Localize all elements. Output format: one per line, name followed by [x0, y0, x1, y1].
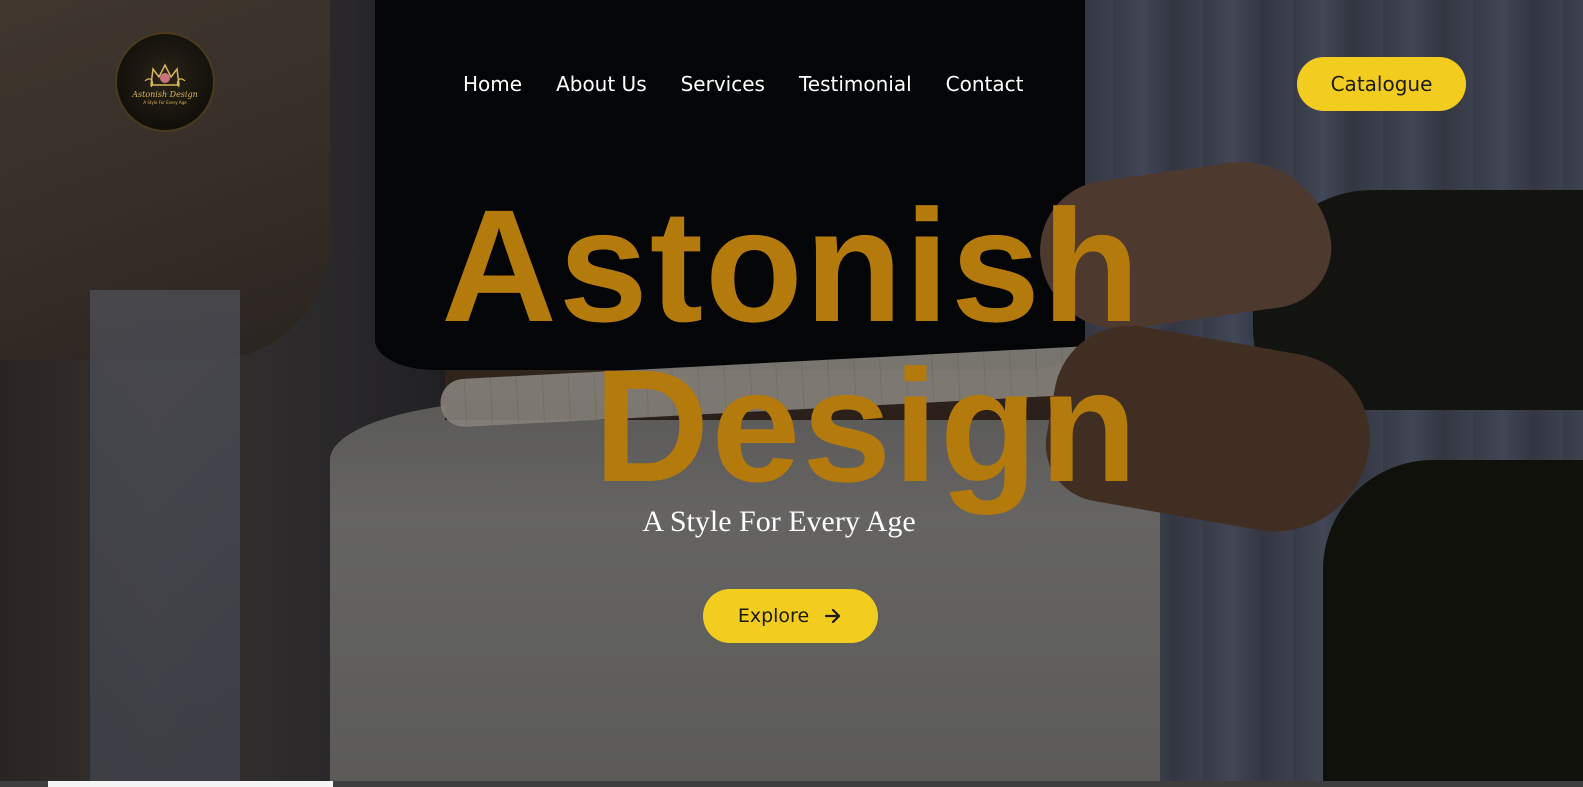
nav-item-testimonial[interactable]: Testimonial — [799, 71, 912, 97]
logo-tagline: A Style For Every Age — [143, 100, 187, 105]
nav-item-home[interactable]: Home — [463, 71, 522, 97]
logo-title: Astonish Design — [132, 90, 198, 99]
brand-logo[interactable]: Astonish Design A Style For Every Age — [115, 32, 215, 132]
nav-item-services[interactable]: Services — [681, 71, 765, 97]
main-nav: Home About Us Services Testimonial Conta… — [463, 71, 1023, 97]
nav-item-about-us[interactable]: About Us — [556, 71, 647, 97]
hero-title-line2: Design — [593, 336, 1140, 515]
explore-button-label: Explore — [737, 605, 810, 627]
next-section-card-edge — [48, 781, 333, 787]
nav-item-contact[interactable]: Contact — [946, 71, 1024, 97]
hero-subtitle: A Style For Every Age — [642, 505, 916, 538]
arrow-right-icon — [825, 608, 841, 624]
crown-icon — [144, 63, 186, 88]
hero-title-line1: Astonish — [441, 176, 1142, 355]
catalogue-button[interactable]: Catalogue — [1297, 57, 1466, 111]
explore-button[interactable]: Explore — [703, 589, 878, 643]
